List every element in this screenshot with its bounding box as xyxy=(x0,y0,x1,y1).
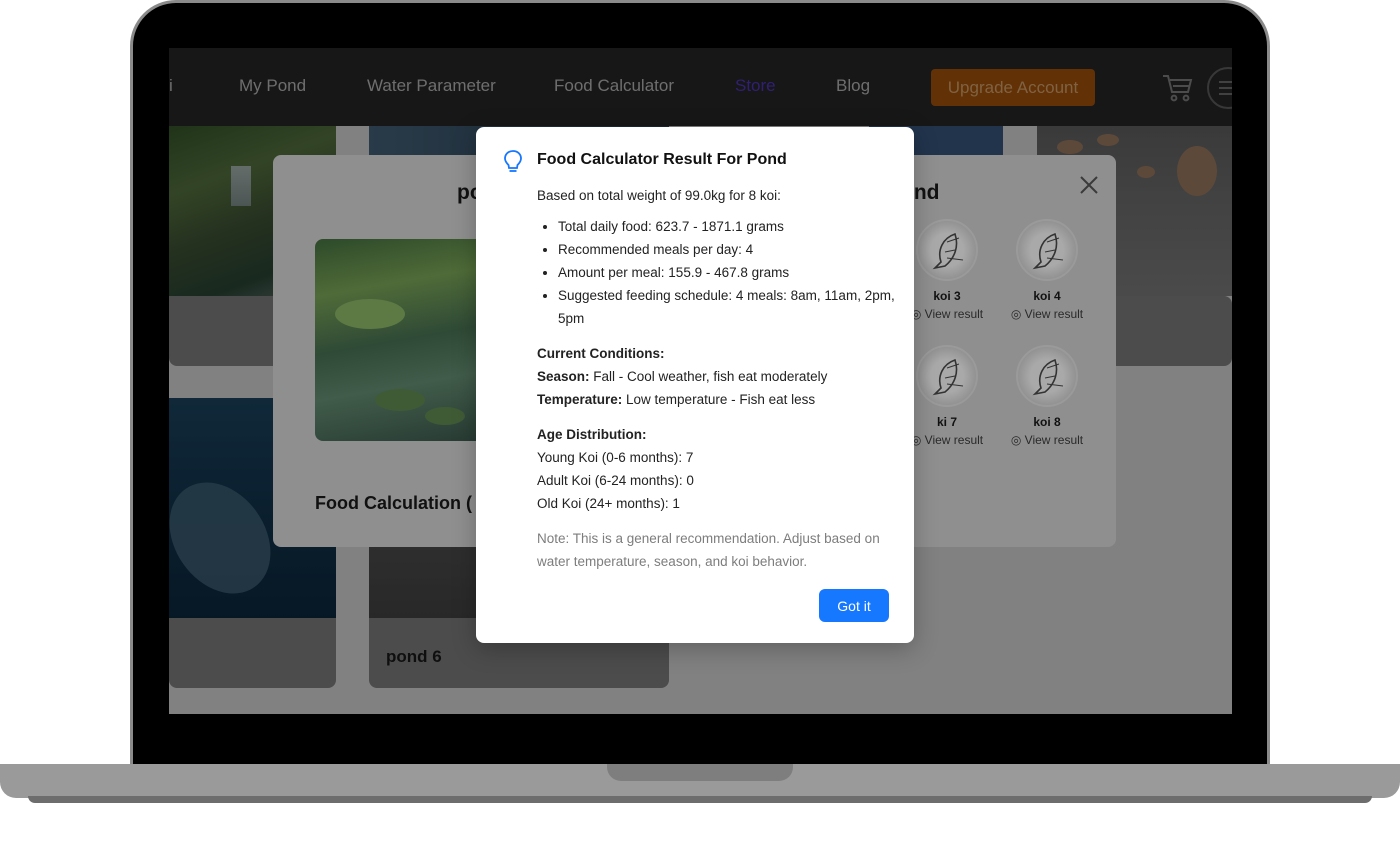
temperature-row: Temperature: Low temperature - Fish eat … xyxy=(537,392,816,407)
view-result-link[interactable]: ◎ View result xyxy=(907,307,987,321)
koi-fish-icon xyxy=(1016,219,1078,281)
age-heading: Age Distribution: xyxy=(537,427,647,442)
age-distribution: Age Distribution: Young Koi (0-6 months)… xyxy=(537,423,897,515)
koi-name: koi 4 xyxy=(1033,289,1061,303)
food-calculator-result-modal: Food Calculator Result For Pond Based on… xyxy=(476,127,914,643)
season-row: Season: Fall - Cool weather, fish eat mo… xyxy=(537,369,828,384)
recommendation-list: Total daily food: 623.7 - 1871.1 grams R… xyxy=(537,215,897,330)
conditions-heading: Current Conditions: xyxy=(537,346,665,361)
list-item: Total daily food: 623.7 - 1871.1 grams xyxy=(558,215,897,238)
koi-name: ki 7 xyxy=(936,415,957,429)
koi-name: koi 3 xyxy=(933,289,961,303)
age-old: Old Koi (24+ months): 1 xyxy=(537,496,680,511)
lightbulb-icon xyxy=(504,150,522,172)
view-result-link[interactable]: ◎ View result xyxy=(1007,307,1087,321)
koi-card[interactable]: koi 8 ◎ View result xyxy=(1007,345,1087,447)
koi-name: koi 8 xyxy=(1033,415,1061,429)
list-item: Suggested feeding schedule: 4 meals: 8am… xyxy=(558,284,897,330)
close-icon[interactable] xyxy=(1077,173,1101,197)
koi-card[interactable]: ki 7 ◎ View result xyxy=(907,345,987,447)
age-young: Young Koi (0-6 months): 7 xyxy=(537,450,694,465)
list-item: Recommended meals per day: 4 xyxy=(558,238,897,261)
list-item: Amount per meal: 155.9 - 467.8 grams xyxy=(558,261,897,284)
koi-card[interactable]: koi 3 ◎ View result xyxy=(907,219,987,321)
got-it-button[interactable]: Got it xyxy=(819,589,889,622)
app-screen: pond 6 i My Pond Water Parameter Food Ca… xyxy=(169,48,1232,714)
intro-text: Based on total weight of 99.0kg for 8 ko… xyxy=(537,188,781,203)
modal-title: Food Calculator Result For Pond xyxy=(537,151,787,168)
koi-fish-icon xyxy=(916,345,978,407)
modal-body: Based on total weight of 99.0kg for 8 ko… xyxy=(537,184,897,573)
view-result-link[interactable]: ◎ View result xyxy=(907,433,987,447)
pond-photo xyxy=(315,239,485,441)
age-adult: Adult Koi (6-24 months): 0 xyxy=(537,473,694,488)
laptop-base-shadow xyxy=(28,796,1372,803)
view-result-link[interactable]: ◎ View result xyxy=(1007,433,1087,447)
koi-fish-icon xyxy=(916,219,978,281)
laptop-mockup: pond 6 i My Pond Water Parameter Food Ca… xyxy=(0,0,1400,842)
koi-fish-icon xyxy=(1016,345,1078,407)
note-text: Note: This is a general recommendation. … xyxy=(537,531,880,569)
laptop-notch xyxy=(607,764,793,781)
koi-card[interactable]: koi 4 ◎ View result xyxy=(1007,219,1087,321)
current-conditions: Current Conditions: Season: Fall - Cool … xyxy=(537,342,897,411)
food-calculation-heading: Food Calculation ( xyxy=(315,493,472,513)
